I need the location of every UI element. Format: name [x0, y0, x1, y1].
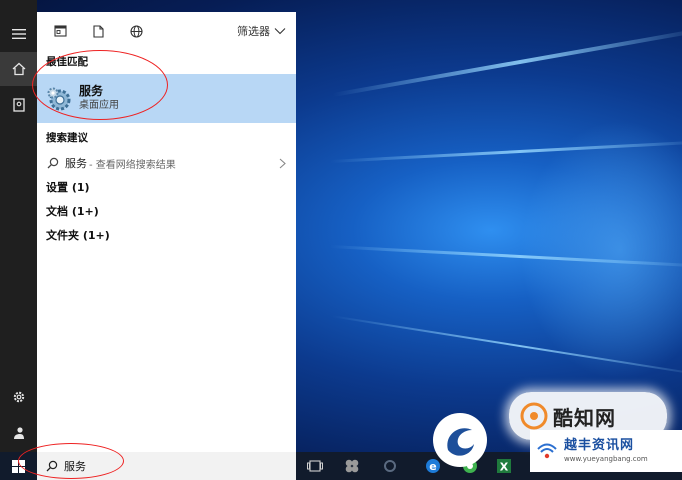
suggestion-hint: - 查看网络搜索结果 [89, 159, 176, 171]
annotation-circle-search-box [18, 443, 124, 479]
home-icon [12, 62, 25, 76]
watermark-card-title: 越丰资讯网 [564, 438, 635, 453]
watermark-card-url: www.yueyangbang.com [564, 455, 648, 463]
category-documents[interactable]: 文档 (1+) [37, 200, 296, 224]
apps-filter-button[interactable] [47, 20, 73, 42]
watermark-swirl-logo [430, 410, 490, 470]
filter-label: 筛选器 [237, 25, 270, 38]
wallpaper-beam [332, 27, 682, 97]
category-folders[interactable]: 文件夹 (1+) [37, 224, 296, 248]
suggestions-heading: 搜索建议 [46, 132, 88, 144]
pinned-app-button[interactable] [343, 458, 361, 474]
start-rail [0, 0, 37, 452]
ring-app-icon [384, 460, 396, 472]
task-view-button[interactable] [306, 458, 324, 474]
filter-dropdown[interactable]: 筛选器 [237, 23, 286, 39]
hamburger-icon [11, 29, 26, 39]
chevron-right-icon [279, 158, 286, 168]
panel-toolbar: 筛选器 [37, 12, 296, 50]
web-filter-button[interactable] [123, 20, 149, 42]
documents-button[interactable] [0, 88, 37, 122]
globe-icon [129, 24, 143, 38]
suggestion-query: 服务 [65, 157, 87, 170]
wallpaper-glow [520, 120, 682, 380]
user-button[interactable] [0, 416, 37, 450]
watermark-logo-icon [520, 402, 548, 430]
search-icon [47, 157, 59, 169]
pinned-app-button[interactable] [381, 458, 399, 474]
hamburger-menu-button[interactable] [0, 17, 37, 51]
chevron-down-icon [274, 28, 286, 35]
user-icon [13, 427, 24, 439]
documents-filter-button[interactable] [85, 20, 111, 42]
watermark-card: 越丰资讯网 www.yueyangbang.com [530, 430, 682, 472]
document-icon [92, 24, 104, 38]
document-icon [12, 98, 25, 112]
web-suggestion-item[interactable]: 服务 - 查看网络搜索结果 [37, 150, 296, 176]
apps-icon [53, 25, 67, 37]
settings-button[interactable] [0, 380, 37, 414]
task-view-icon [307, 460, 323, 472]
excel-icon: X [497, 459, 511, 474]
wifi-logo-icon [537, 443, 557, 459]
category-settings[interactable]: 设置 (1) [37, 176, 296, 200]
svg-text:X: X [500, 461, 509, 474]
annotation-circle-best-match [32, 50, 168, 120]
excel-button[interactable]: X [495, 458, 513, 474]
watermark-badge-text: 酷知网 [553, 405, 616, 430]
gear-icon [13, 391, 24, 403]
swirl-logo-icon [433, 413, 487, 467]
app-icon [345, 459, 359, 473]
